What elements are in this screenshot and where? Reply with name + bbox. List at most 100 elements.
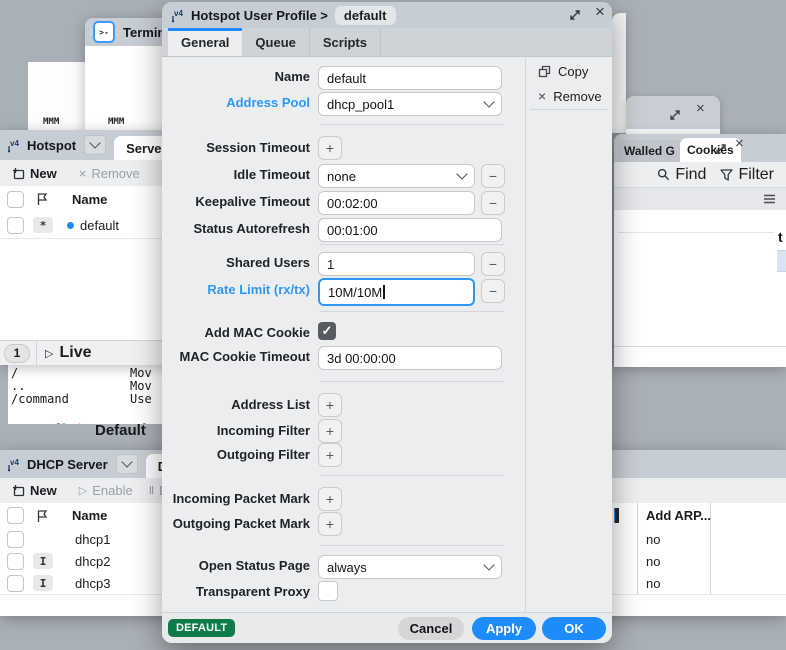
- flag-column-icon: [36, 192, 48, 206]
- text-caret: [383, 285, 385, 299]
- apply-button[interactable]: Apply: [472, 617, 536, 640]
- cookies-header-line: [618, 232, 774, 233]
- cancel-button[interactable]: Cancel: [398, 617, 464, 640]
- close-icon[interactable]: ×: [735, 135, 744, 152]
- page-1-button[interactable]: 1: [4, 344, 30, 363]
- winbox-v4-icon: v4: [6, 457, 21, 472]
- dhcp-window-menu[interactable]: [116, 454, 138, 474]
- edge-selected-row: [777, 250, 786, 272]
- winbox-v4-icon: v4: [170, 8, 185, 23]
- shared-users-input[interactable]: 1: [318, 252, 475, 276]
- expand-icon[interactable]: [568, 8, 582, 22]
- live-button[interactable]: ▷ Live: [45, 344, 91, 362]
- enable-button[interactable]: ▷ Enable: [79, 483, 133, 498]
- shared-users-remove-button[interactable]: −: [481, 252, 505, 276]
- transparent-proxy-label: Transparent Proxy: [162, 584, 310, 599]
- hidden-window-default-label: Default: [95, 422, 162, 439]
- idle-timeout-remove-button[interactable]: −: [481, 164, 505, 188]
- cookies-content[interactable]: [614, 210, 786, 346]
- row-checkbox[interactable]: [7, 553, 24, 570]
- add-mac-cookie-checkbox[interactable]: ✓: [318, 322, 336, 340]
- find-button[interactable]: Find: [657, 166, 706, 184]
- cookies-window: Walled G Cookies × Find Filter: [614, 134, 786, 366]
- tab-cookies[interactable]: Cookies: [680, 138, 741, 162]
- terminal-banner-left: MMM: [43, 117, 59, 127]
- address-list-add-button[interactable]: +: [318, 393, 342, 417]
- incoming-packet-mark-add-button[interactable]: +: [318, 487, 342, 511]
- keepalive-timeout-input[interactable]: 00:02:00: [318, 191, 475, 215]
- tab-general[interactable]: General: [168, 28, 242, 56]
- chevron-down-icon: [483, 96, 494, 107]
- rate-limit-remove-button[interactable]: −: [481, 279, 505, 303]
- keepalive-timeout-remove-button[interactable]: −: [481, 191, 505, 215]
- pause-icon: Ⅱ: [149, 484, 154, 497]
- dialog-footer: DEFAULT Cancel Apply OK: [162, 612, 612, 643]
- address-pool-select[interactable]: dhcp_pool1: [318, 92, 502, 116]
- incoming-packet-mark-label: Incoming Packet Mark: [162, 491, 310, 506]
- column-add-arp: Add ARP...: [646, 508, 711, 523]
- session-timeout-label: Session Timeout: [162, 140, 310, 155]
- default-flag-chip: *: [33, 217, 53, 233]
- row-checkbox[interactable]: [7, 217, 24, 234]
- mac-cookie-timeout-input[interactable]: 3d 00:00:00: [318, 346, 502, 370]
- address-pool-label: Address Pool: [162, 95, 310, 110]
- row-checkbox[interactable]: [7, 575, 24, 592]
- hotspot-title: Hotspot: [27, 138, 76, 153]
- outgoing-filter-add-button[interactable]: +: [318, 443, 342, 467]
- section-divider: [320, 311, 504, 312]
- chevron-down-icon: [456, 168, 467, 179]
- section-divider: [320, 124, 504, 125]
- incoming-filter-add-button[interactable]: +: [318, 419, 342, 443]
- ok-button[interactable]: OK: [542, 617, 606, 640]
- row-checkbox[interactable]: [7, 531, 24, 548]
- outgoing-packet-mark-add-button[interactable]: +: [318, 512, 342, 536]
- check-icon: ✓: [322, 323, 333, 339]
- new-button[interactable]: New: [12, 483, 57, 498]
- tab-queue[interactable]: Queue: [242, 28, 309, 56]
- session-timeout-add-button[interactable]: +: [318, 136, 342, 160]
- copy-button[interactable]: Copy: [538, 64, 588, 79]
- hotspot-user-profile-dialog: v4 Hotspot User Profile > default × Gene…: [162, 2, 612, 643]
- idle-timeout-select[interactable]: none: [318, 164, 475, 188]
- profile-name: default: [80, 218, 119, 233]
- tab-scripts[interactable]: Scripts: [310, 28, 381, 56]
- remove-button[interactable]: × Remove: [79, 166, 140, 181]
- rate-limit-input[interactable]: 10M/10M: [318, 278, 475, 306]
- lease-name: dhcp3: [75, 576, 110, 591]
- section-divider: [320, 244, 504, 245]
- close-icon[interactable]: ×: [595, 2, 605, 22]
- select-all-checkbox[interactable]: [7, 507, 24, 524]
- terminal-console[interactable]: / Mov .. Mov /command Use [luis@MT-107] …: [8, 364, 162, 424]
- shared-users-label: Shared Users: [162, 255, 310, 270]
- flag-chip: I: [33, 575, 53, 591]
- edge-window-text: t: [778, 229, 783, 245]
- status-autorefresh-input[interactable]: 00:01:00: [318, 218, 502, 242]
- new-icon: [12, 484, 25, 497]
- transparent-proxy-checkbox[interactable]: [318, 581, 338, 601]
- expand-icon[interactable]: [714, 142, 728, 156]
- menu-icon[interactable]: [763, 194, 776, 204]
- close-icon[interactable]: ×: [696, 100, 705, 117]
- name-input[interactable]: default: [318, 66, 502, 90]
- tab-walled-garden[interactable]: Walled G: [618, 140, 680, 162]
- open-status-page-select[interactable]: always: [318, 555, 502, 579]
- remove-button[interactable]: × Remove: [538, 88, 602, 104]
- open-status-page-label: Open Status Page: [162, 558, 310, 573]
- expand-icon[interactable]: [668, 108, 682, 122]
- new-button[interactable]: New: [12, 166, 57, 181]
- select-all-checkbox[interactable]: [7, 191, 24, 208]
- terminal-icon: >-: [93, 21, 115, 43]
- add-mac-cookie-label: Add MAC Cookie: [162, 325, 310, 340]
- clipped-cell-sliver: [614, 508, 619, 523]
- console-line: /: [11, 366, 18, 380]
- filter-button[interactable]: Filter: [720, 166, 774, 184]
- console-line: ..: [11, 379, 25, 393]
- remove-icon: ×: [538, 88, 546, 104]
- dialog-titlebar[interactable]: v4 Hotspot User Profile > default ×: [162, 2, 612, 28]
- hotspot-window-menu[interactable]: [84, 135, 106, 155]
- add-arp-value: no: [646, 576, 660, 591]
- play-icon: ▷: [45, 347, 53, 360]
- console-line-desc: Use: [130, 393, 152, 406]
- cookies-titlebar[interactable]: Walled G Cookies ×: [614, 134, 786, 162]
- chevron-down-icon: [483, 559, 494, 570]
